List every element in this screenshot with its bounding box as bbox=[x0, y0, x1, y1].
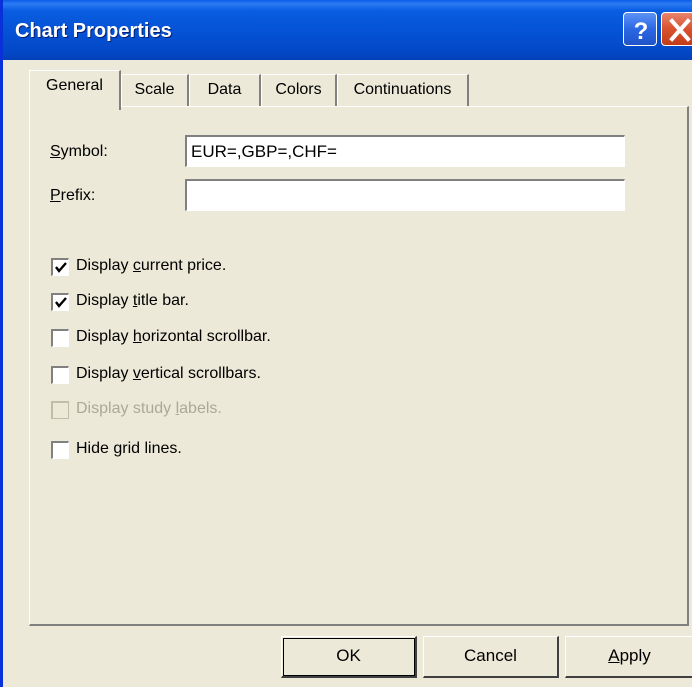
close-x-icon bbox=[669, 18, 691, 42]
cancel-button[interactable]: Cancel bbox=[423, 636, 559, 678]
display-current-price-label: Display current price. bbox=[76, 257, 227, 274]
display-horizontal-scrollbar-checkbox[interactable] bbox=[51, 329, 69, 347]
tab-colors[interactable]: Colors bbox=[261, 74, 337, 106]
display-horizontal-scrollbar-label: Display horizontal scrollbar. bbox=[76, 328, 271, 345]
symbol-label: Symbol: bbox=[50, 143, 108, 160]
hide-grid-lines-label: Hide grid lines. bbox=[76, 440, 182, 457]
display-vertical-scrollbars-checkbox[interactable] bbox=[51, 366, 69, 384]
tab-scale[interactable]: Scale bbox=[121, 74, 189, 106]
checkmark-icon bbox=[55, 297, 67, 308]
tab-colors-label: Colors bbox=[275, 81, 322, 98]
close-button[interactable] bbox=[661, 12, 692, 46]
tab-scale-label: Scale bbox=[134, 81, 175, 98]
tab-general-label: General bbox=[46, 77, 103, 94]
ok-button[interactable]: OK bbox=[281, 636, 417, 678]
chart-properties-dialog: Chart Properties ? General Scale Data Co… bbox=[0, 0, 692, 687]
checkmark-icon bbox=[55, 262, 67, 273]
question-mark-icon: ? bbox=[634, 18, 649, 45]
display-title-bar-label: Display title bar. bbox=[76, 292, 189, 309]
help-button[interactable]: ? bbox=[623, 12, 657, 46]
apply-button[interactable]: Apply bbox=[565, 636, 692, 678]
display-current-price-checkbox[interactable] bbox=[51, 258, 69, 276]
tab-general[interactable]: General bbox=[29, 70, 121, 110]
tab-continuations-label: Continuations bbox=[353, 81, 452, 98]
hide-grid-lines-checkbox[interactable] bbox=[51, 441, 69, 459]
symbol-input[interactable]: EUR=,GBP=,CHF= bbox=[185, 135, 625, 167]
display-vertical-scrollbars-label: Display vertical scrollbars. bbox=[76, 365, 261, 382]
tab-data[interactable]: Data bbox=[189, 74, 261, 106]
display-study-labels-label: Display study labels. bbox=[76, 400, 222, 417]
svg-text:?: ? bbox=[634, 18, 649, 45]
dialog-title: Chart Properties bbox=[15, 20, 172, 42]
display-title-bar-checkbox[interactable] bbox=[51, 293, 69, 311]
display-study-labels-checkbox bbox=[51, 401, 69, 419]
prefix-label: Prefix: bbox=[50, 187, 96, 204]
tab-data-label: Data bbox=[207, 81, 242, 98]
tab-continuations[interactable]: Continuations bbox=[337, 74, 469, 106]
prefix-input[interactable] bbox=[185, 179, 625, 211]
title-bar: Chart Properties ? bbox=[3, 0, 692, 60]
